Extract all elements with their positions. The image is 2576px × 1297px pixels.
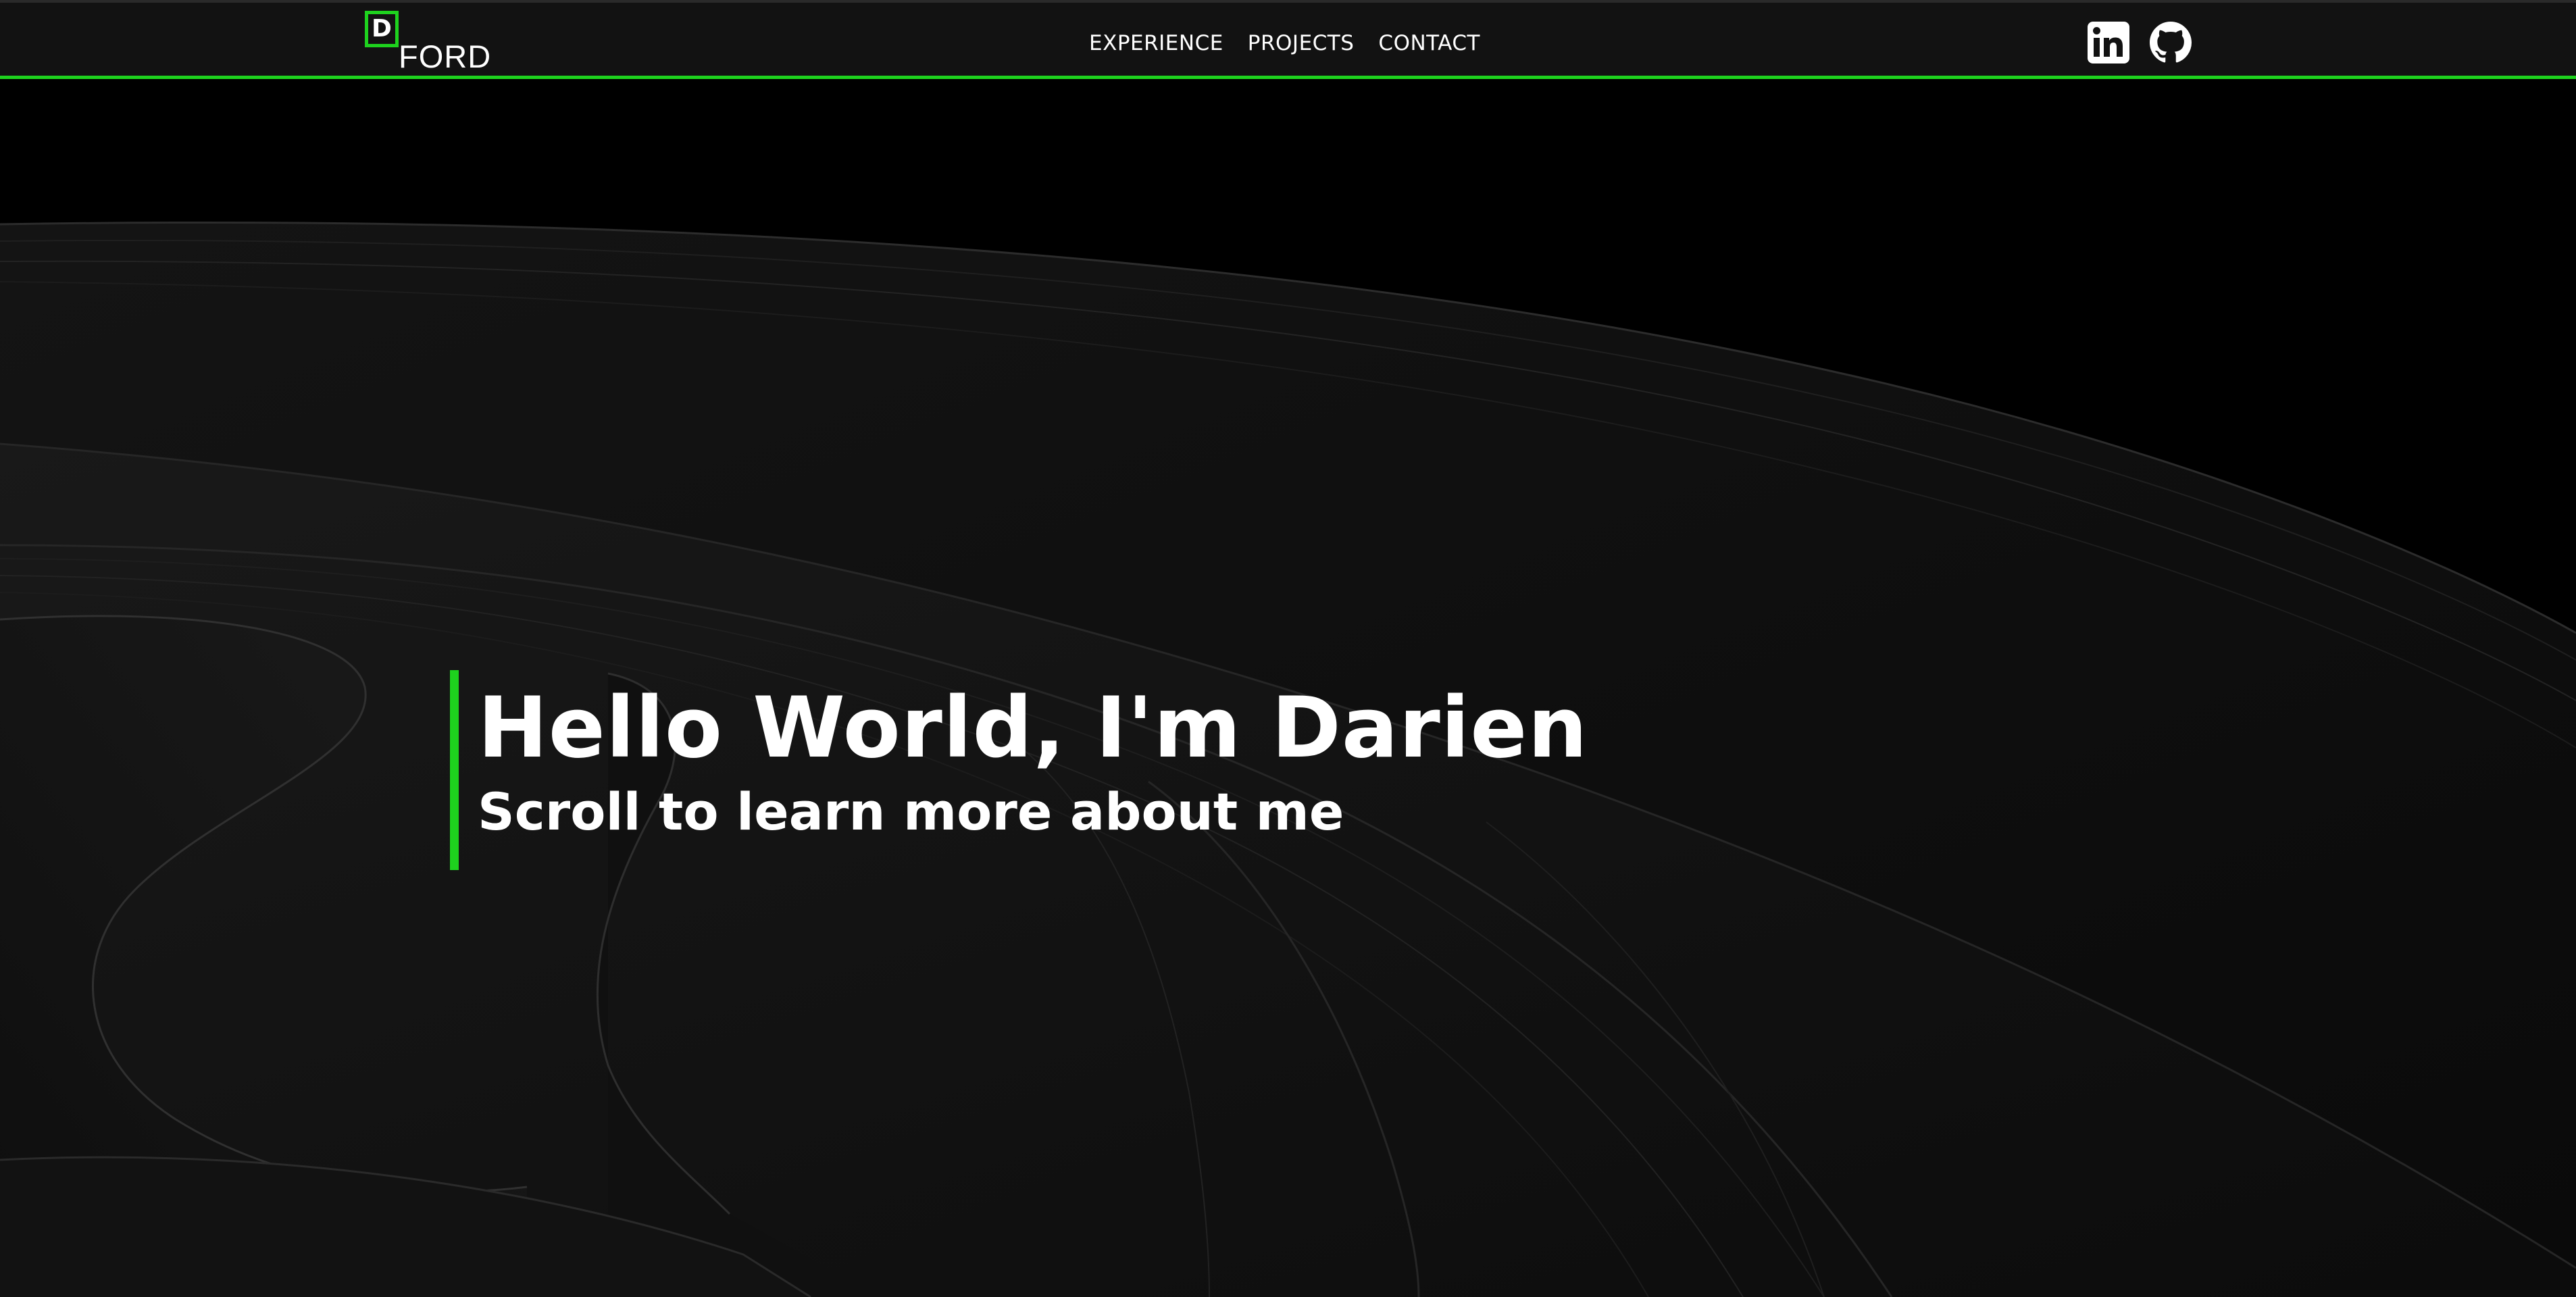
nav-link-contact[interactable]: CONTACT (1378, 26, 1480, 61)
github-link[interactable] (2150, 22, 2192, 63)
main-nav: EXPERIENCE PROJECTS CONTACT (1089, 26, 1480, 61)
hero-subtitle: Scroll to learn more about me (478, 782, 1344, 842)
hero-section: Hello World, I'm Darien Scroll to learn … (0, 79, 2576, 1297)
logo-letter: D (372, 15, 392, 43)
social-links (2088, 22, 2192, 63)
linkedin-link[interactable] (2088, 22, 2129, 63)
hero-intro: Hello World, I'm Darien Scroll to learn … (450, 670, 1588, 870)
hero-title: Hello World, I'm Darien (478, 680, 1588, 777)
github-icon (2150, 22, 2192, 63)
site-logo[interactable]: D FORD (365, 11, 500, 75)
nav-link-projects[interactable]: PROJECTS (1248, 26, 1355, 61)
nav-link-experience[interactable]: EXPERIENCE (1089, 26, 1223, 61)
linkedin-icon (2088, 22, 2129, 63)
logo-word: FORD (399, 39, 492, 74)
top-navigation-bar: D FORD EXPERIENCE PROJECTS CONTACT (0, 0, 2576, 79)
